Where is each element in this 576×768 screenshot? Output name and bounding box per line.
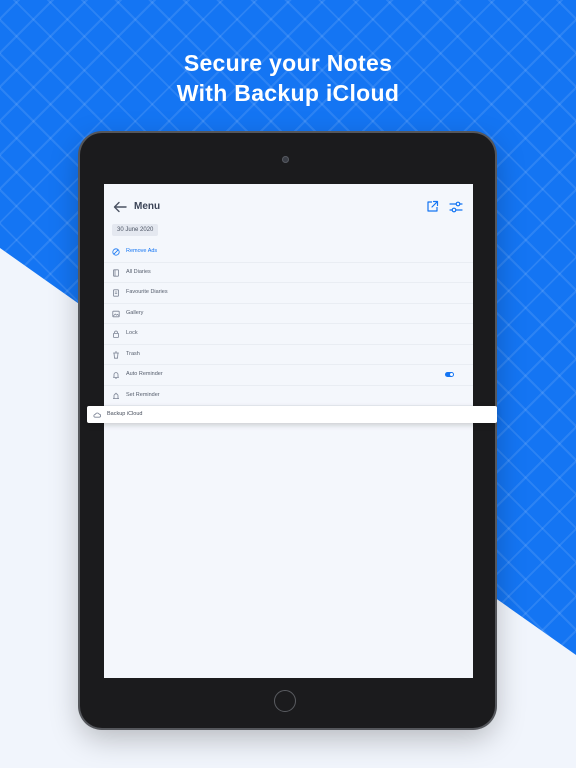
auto-reminder-toggle[interactable]	[445, 372, 454, 377]
front-camera	[282, 156, 289, 163]
menu-title: Menu	[134, 201, 161, 212]
menu-header: Menu	[104, 184, 473, 224]
alarm-icon	[113, 392, 119, 399]
menu-item-label: Favourite Diaries	[126, 289, 168, 295]
tablet-device: Menu 30 June 2020 Remove Ads All Diaries…	[80, 133, 495, 728]
sliders-settings-icon[interactable]	[449, 200, 463, 214]
menu-item-label: Set Reminder	[126, 391, 160, 398]
back-arrow-icon[interactable]	[113, 201, 127, 213]
menu-item-auto-reminder[interactable]: Auto Reminder	[104, 365, 473, 386]
menu-item-gallery[interactable]: Gallery	[104, 304, 473, 324]
menu-item-remove-ads[interactable]: Remove Ads	[104, 242, 473, 263]
app-screen: Menu 30 June 2020 Remove Ads All Diaries…	[104, 184, 473, 678]
date-badge: 30 June 2020	[112, 224, 159, 236]
headline-line-1: Secure your Notes	[183, 50, 393, 76]
book-icon	[113, 268, 119, 277]
bell-icon	[113, 372, 119, 379]
bookmark-icon	[113, 289, 119, 297]
menu-item-label: Trash	[126, 350, 140, 357]
headline-line-2: With Backup iCloud	[176, 80, 400, 106]
menu-item-label: Auto Reminder	[126, 371, 163, 377]
menu-item-label: Remove Ads	[126, 248, 158, 254]
menu-item-label: Gallery	[126, 309, 144, 316]
menu-item-all-diaries[interactable]: All Diaries	[104, 263, 473, 283]
trash-icon	[113, 350, 119, 359]
promo-headline: Secure your Notes With Backup iCloud	[0, 48, 576, 108]
share-icon[interactable]	[426, 200, 439, 213]
menu-list: Remove Ads All Diaries Favourite Diaries	[104, 242, 473, 406]
menu-item-lock[interactable]: Lock	[104, 324, 473, 345]
lock-icon	[112, 330, 119, 338]
menu-item-favourite-diaries[interactable]: Favourite Diaries	[104, 283, 473, 304]
menu-item-label: Lock	[126, 330, 138, 336]
menu-item-trash[interactable]: Trash	[104, 345, 473, 365]
image-icon	[112, 310, 120, 317]
menu-item-set-reminder[interactable]: Set Reminder	[104, 386, 473, 406]
no-ads-icon	[112, 248, 120, 256]
menu-item-backup-icloud[interactable]: Backup iCloud	[87, 406, 497, 423]
home-button[interactable]	[274, 690, 296, 712]
menu-item-label: Backup iCloud	[107, 411, 143, 417]
menu-item-label: All Diaries	[126, 268, 151, 275]
cloud-icon	[93, 412, 101, 418]
